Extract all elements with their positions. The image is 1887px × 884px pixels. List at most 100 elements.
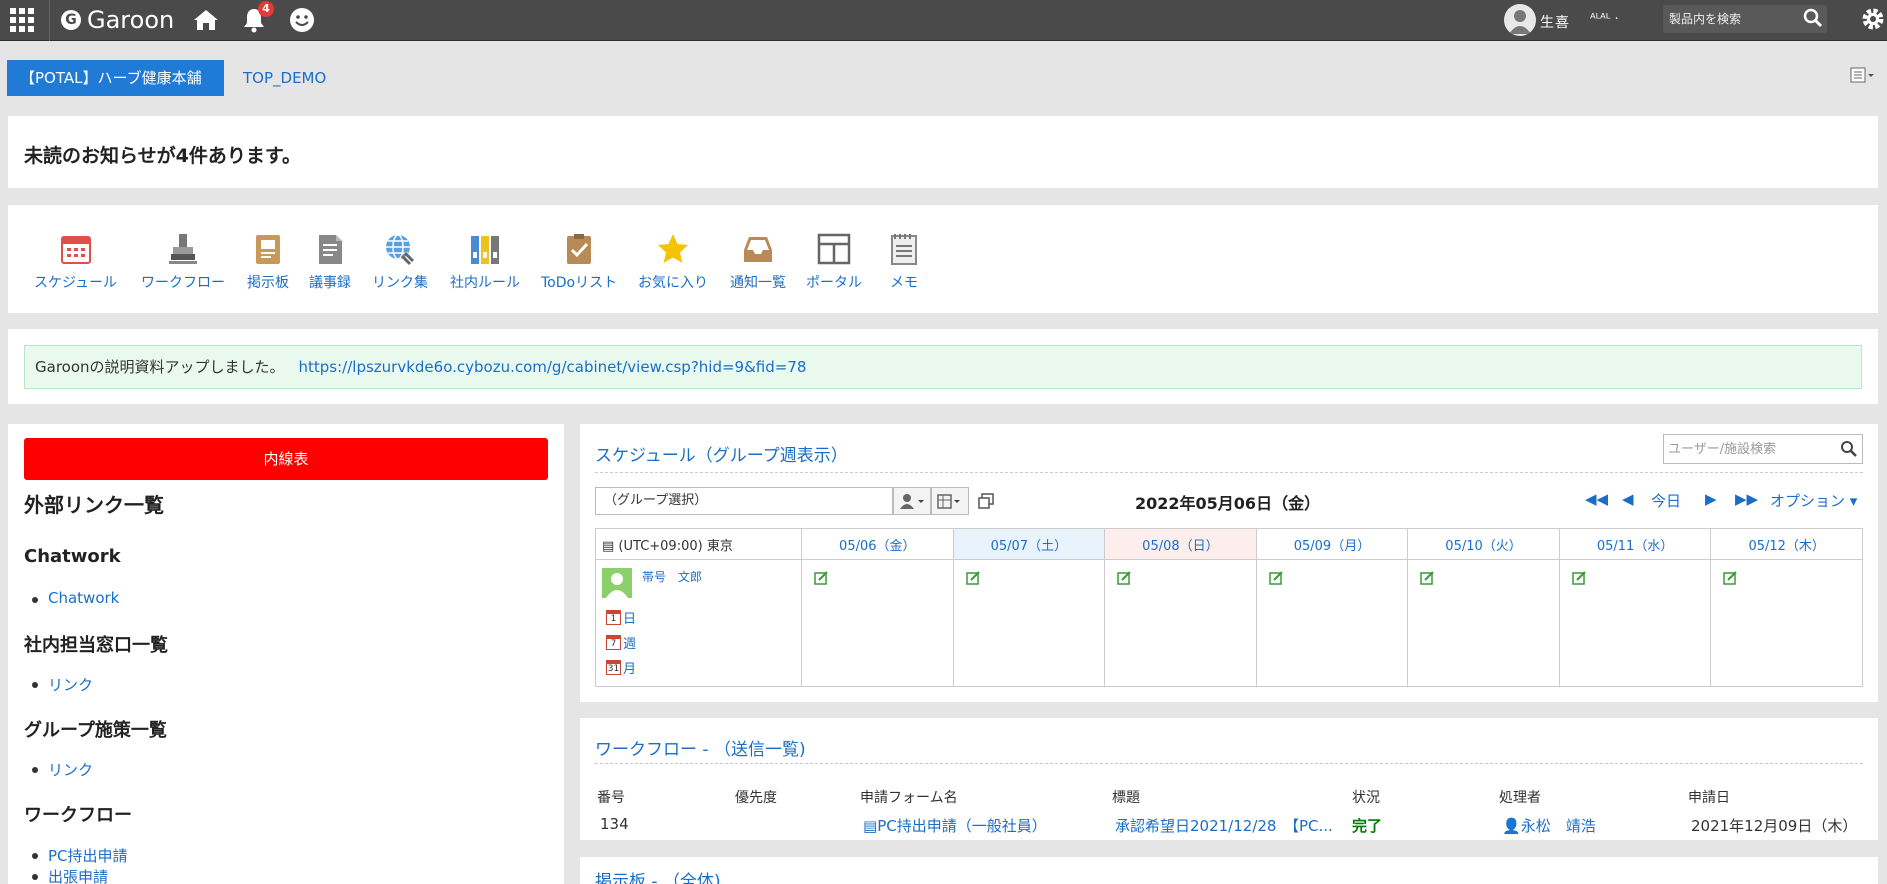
column-header[interactable]: 申請フォーム名 — [860, 787, 958, 807]
handler-link[interactable]: 👤永松 靖浩 — [1502, 815, 1596, 836]
product-search — [1663, 5, 1827, 33]
unread-notice-text[interactable]: 未読のお知らせが4件あります。 — [24, 141, 301, 168]
column-header[interactable]: 標題 — [1112, 787, 1140, 807]
smiley-icon[interactable] — [286, 4, 318, 36]
app-memo[interactable]: メモ — [884, 229, 924, 292]
user-avatar[interactable] — [1504, 4, 1536, 36]
tab-top-demo[interactable]: TOP_DEMO — [243, 60, 326, 96]
section-heading: 社内担当窓口一覧 — [24, 635, 168, 656]
group-select[interactable]: （グループ選択） — [595, 487, 893, 515]
info-link[interactable]: https://lpszurvkde6o.cybozu.com/g/cabine… — [299, 358, 807, 376]
day-header[interactable]: 05/06（金） — [801, 528, 954, 560]
column-header[interactable]: 状況 — [1352, 787, 1380, 807]
add-event-icon[interactable] — [814, 570, 829, 589]
day-header[interactable]: 05/11（水） — [1558, 528, 1712, 560]
timezone-header[interactable]: ▤ (UTC+09:00) 東京 — [595, 528, 802, 560]
schedule-user-name[interactable]: 帯号 文郎 — [642, 568, 702, 585]
gear-icon[interactable] — [1860, 6, 1886, 36]
app-rules[interactable]: 社内ルール — [450, 229, 520, 292]
app-portal[interactable]: ポータル — [806, 229, 862, 292]
add-event-icon[interactable] — [1420, 570, 1435, 589]
day-header[interactable]: 05/07（土） — [952, 528, 1106, 560]
link-item[interactable]: PC持出申請 — [32, 845, 128, 866]
app-notifications[interactable]: 通知一覧 — [730, 229, 786, 292]
search-icon[interactable] — [1803, 8, 1823, 32]
add-event-icon[interactable] — [1723, 570, 1738, 589]
binders-icon — [465, 229, 505, 269]
link-item[interactable]: Chatwork — [31, 589, 119, 607]
day-cell[interactable] — [1255, 559, 1409, 687]
timezone-label: (UTC+09:00) 東京 — [618, 538, 733, 554]
user-picker-button[interactable] — [893, 487, 931, 515]
prev-week-icon[interactable]: ◀◀ — [1585, 490, 1608, 508]
app-menu-icon[interactable] — [10, 8, 34, 32]
app-board[interactable]: 掲示板 — [247, 229, 289, 292]
request-form-link[interactable]: ▤PC持出申請（一般社員） — [863, 815, 1047, 836]
home-icon[interactable] — [190, 4, 222, 36]
day-calendar-icon: 1 — [606, 610, 621, 625]
column-header[interactable]: 処理者 — [1499, 787, 1541, 807]
workflow-title[interactable]: ワークフロー - （送信一覧) — [595, 735, 806, 760]
popup-window-icon[interactable] — [978, 493, 994, 513]
portal-menu-icon[interactable] — [1850, 66, 1876, 88]
user-name[interactable]: 生喜 — [1540, 12, 1570, 32]
app-label: メモ — [890, 275, 918, 291]
day-view-link[interactable]: 1日 — [606, 608, 636, 627]
request-subject[interactable]: 承認希望日2021/12/28 【PC... — [1115, 815, 1333, 836]
prev-day-icon[interactable]: ◀ — [1622, 490, 1634, 508]
day-cell[interactable] — [1558, 559, 1712, 687]
app-links[interactable]: リンク集 — [372, 229, 428, 292]
day-cell[interactable] — [1104, 559, 1257, 687]
column-header[interactable]: 番号 — [597, 787, 625, 807]
day-header[interactable]: 05/09（月） — [1255, 528, 1409, 560]
link-item[interactable]: リンク — [31, 674, 93, 695]
next-week-icon[interactable]: ▶▶ — [1735, 490, 1758, 508]
notice-panel: 未読のお知らせが4件あります。 — [8, 116, 1878, 188]
month-view-link[interactable]: 31 月 — [606, 658, 636, 677]
user-cell: 帯号 文郎 1日 7週 31 月 — [595, 559, 802, 687]
section-heading: Chatwork — [24, 546, 121, 567]
column-header[interactable]: 申請日 — [1688, 787, 1730, 807]
week-view-link[interactable]: 7週 — [606, 633, 636, 652]
column-header[interactable]: 優先度 — [735, 787, 777, 807]
info-message: Garoonの説明資料アップしました。 https://lpszurvkde6o.… — [24, 345, 1862, 389]
app-workflow[interactable]: ワークフロー — [141, 229, 225, 292]
link-item[interactable]: 出張申請 — [31, 866, 108, 884]
day-cell[interactable] — [1710, 559, 1863, 687]
add-event-icon[interactable] — [1117, 570, 1132, 589]
next-day-icon[interactable]: ▶ — [1705, 490, 1717, 508]
add-event-icon[interactable] — [1268, 570, 1284, 589]
product-search-input[interactable] — [1669, 9, 1799, 29]
user-facility-search-input[interactable] — [1668, 440, 1828, 458]
search-icon[interactable] — [1840, 440, 1858, 462]
tab-potal[interactable]: 【POTAL】ハーブ健康本舗 — [7, 60, 224, 96]
app-minutes[interactable]: 議事録 — [309, 229, 351, 292]
app-todo[interactable]: ToDoリスト — [541, 229, 617, 292]
garoon-logo[interactable]: G Garoon — [61, 6, 174, 34]
user-sub-label[interactable]: ᴬᴸᴬᴸ · — [1590, 12, 1619, 27]
app-launcher-panel: スケジュール ワークフロー 掲示板 議事録 リンク集 社内ルール ToDoリスト… — [8, 205, 1878, 313]
info-panel: Garoonの説明資料アップしました。 https://lpszurvkde6o.… — [8, 329, 1878, 404]
app-label: ワークフロー — [141, 275, 225, 291]
app-favorites[interactable]: お気に入り — [638, 229, 708, 292]
options-menu[interactable]: オプション ▾ — [1770, 490, 1857, 511]
schedule-title[interactable]: スケジュール（グループ週表示） — [595, 441, 848, 466]
add-event-icon[interactable] — [965, 570, 981, 589]
day-header[interactable]: 05/10（火） — [1407, 528, 1560, 560]
schedule-date-title: 2022年05月06日（金） — [1135, 494, 1321, 513]
app-schedule[interactable]: スケジュール — [34, 229, 117, 292]
link-item[interactable]: リンク — [31, 759, 93, 780]
facility-picker-button[interactable] — [931, 487, 969, 515]
today-link[interactable]: 今日 — [1651, 490, 1681, 511]
day-cell[interactable] — [952, 559, 1106, 687]
notification-bell-icon[interactable]: 4 — [238, 1, 274, 36]
extension-list-button[interactable]: 内線表 — [24, 438, 548, 480]
day-cell[interactable] — [1407, 559, 1560, 687]
day-header[interactable]: 05/12（木） — [1710, 528, 1863, 560]
user-avatar[interactable] — [602, 568, 632, 598]
add-event-icon[interactable] — [1572, 570, 1587, 589]
day-header[interactable]: 05/08（日） — [1104, 528, 1257, 560]
inbox-icon — [738, 229, 778, 269]
board-title[interactable]: 掲示板 - （全体) — [595, 867, 721, 884]
day-cell[interactable] — [801, 559, 954, 687]
